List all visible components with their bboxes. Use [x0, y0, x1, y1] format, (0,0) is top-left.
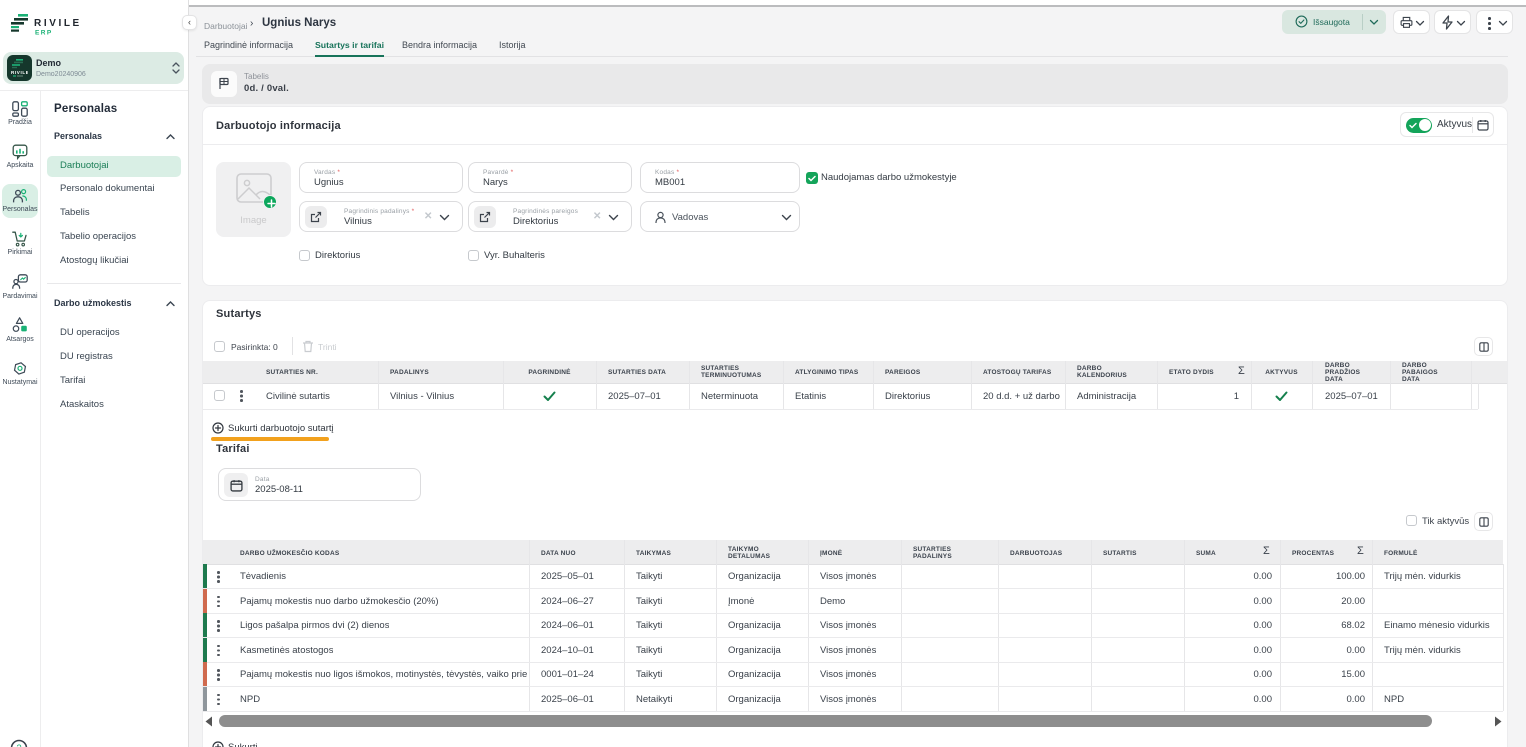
svg-text:RIVILE: RIVILE: [11, 70, 28, 75]
svg-text:?: ?: [17, 743, 22, 747]
svg-text:RIVILE: RIVILE: [34, 18, 82, 29]
svg-text:ERP: ERP: [35, 30, 53, 37]
